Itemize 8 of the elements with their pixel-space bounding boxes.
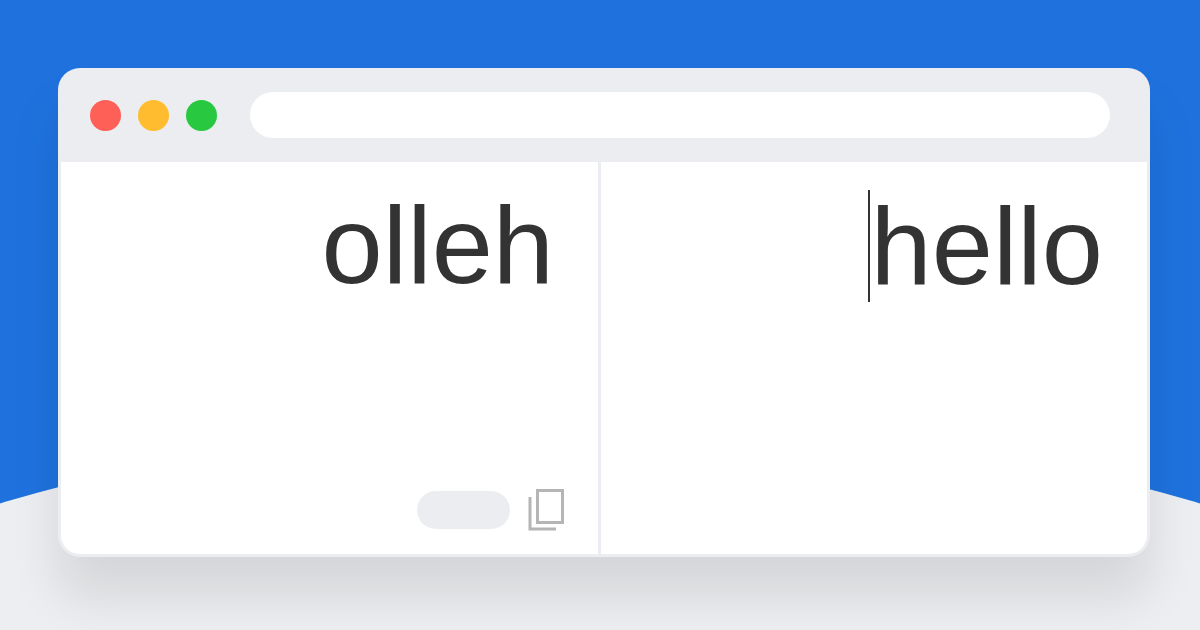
maximize-icon[interactable] [186,99,217,131]
pane-text: olleh [321,190,554,300]
close-icon[interactable] [90,99,121,131]
text-pane[interactable]: olleh [61,162,598,554]
text-pane[interactable]: hello [601,162,1147,554]
pane-text: hello [870,191,1103,301]
copy-icon[interactable] [528,489,564,531]
minimize-icon[interactable] [138,99,169,131]
